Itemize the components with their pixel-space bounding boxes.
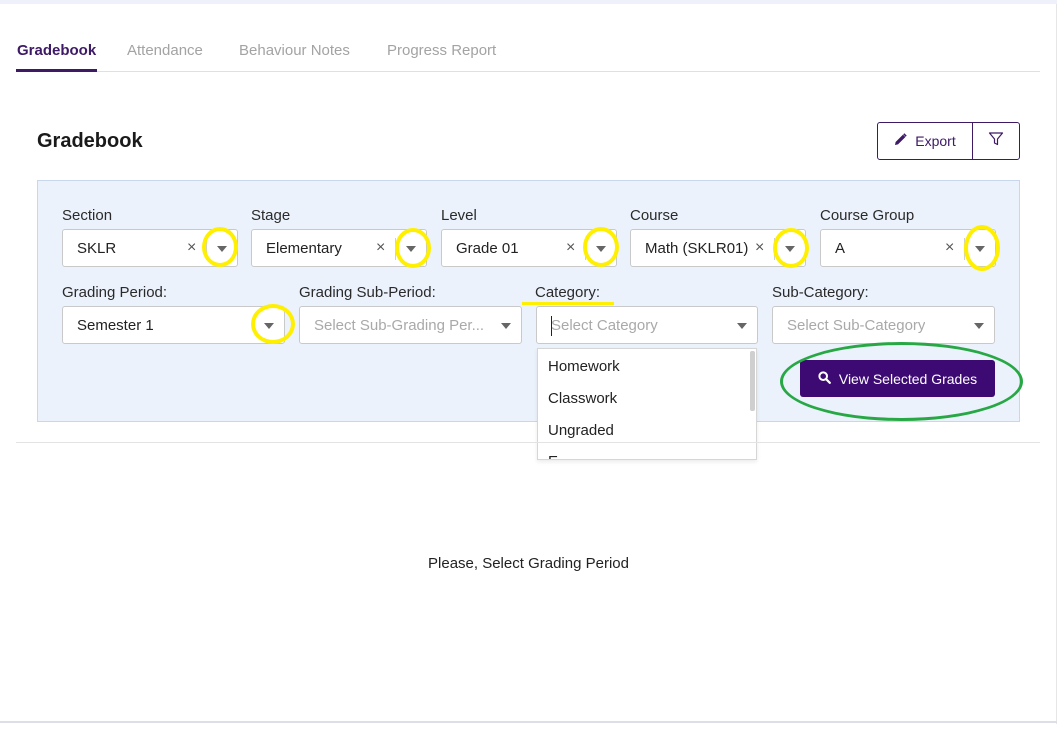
section-label: Section xyxy=(62,207,113,224)
empty-state-message: Please, Select Grading Period xyxy=(428,555,629,572)
annotation-underline xyxy=(522,302,614,305)
stage-clear-icon[interactable]: × xyxy=(376,238,385,258)
dropdown-option-partial[interactable]: E xyxy=(548,453,558,459)
grading-sub-period-select[interactable]: Select Sub-Grading Per... xyxy=(299,306,522,344)
dropdown-option-homework[interactable]: Homework xyxy=(548,358,620,375)
pencil-icon xyxy=(894,133,907,149)
funnel-icon xyxy=(988,131,1004,152)
level-clear-icon[interactable]: × xyxy=(566,238,575,258)
active-tab-indicator xyxy=(16,69,97,72)
sub-category-placeholder: Select Sub-Category xyxy=(787,317,926,334)
grading-period-label: Grading Period: xyxy=(62,284,168,301)
dropdown-option-classwork[interactable]: Classwork xyxy=(548,390,617,407)
level-value: Grade 01 xyxy=(456,240,519,257)
course-group-label: Course Group xyxy=(820,207,915,224)
section-value: SKLR xyxy=(77,240,117,257)
tab-bar: Gradebook Attendance Behaviour Notes Pro… xyxy=(16,34,1040,72)
bottom-border xyxy=(0,721,1057,723)
annotation-ring xyxy=(251,304,295,344)
chevron-down-icon[interactable] xyxy=(737,323,747,329)
chevron-down-icon[interactable] xyxy=(501,323,511,329)
grading-sub-period-placeholder: Select Sub-Grading Per... xyxy=(314,317,485,334)
sub-category-select[interactable]: Select Sub-Category xyxy=(772,306,995,344)
annotation-ellipse xyxy=(780,342,1023,421)
stage-label: Stage xyxy=(251,207,291,224)
level-label: Level xyxy=(441,207,477,224)
category-select[interactable]: Select Category xyxy=(536,306,758,344)
annotation-ring xyxy=(202,227,238,267)
category-label: Category: xyxy=(535,284,601,301)
tab-behaviour-notes[interactable]: Behaviour Notes xyxy=(239,42,350,59)
tab-progress-report[interactable]: Progress Report xyxy=(387,42,496,59)
page-title: Gradebook xyxy=(37,130,143,152)
annotation-ring xyxy=(773,228,809,268)
text-cursor xyxy=(551,316,552,336)
dropdown-scrollbar[interactable] xyxy=(750,351,755,411)
chevron-down-icon[interactable] xyxy=(974,323,984,329)
grading-sub-period-label: Grading Sub-Period: xyxy=(299,284,436,301)
course-value: Math (SKLR01) xyxy=(645,240,749,257)
annotation-ring xyxy=(583,227,619,267)
category-dropdown: Homework Classwork Ungraded E xyxy=(537,348,757,460)
section-clear-icon[interactable]: × xyxy=(187,238,196,258)
export-button[interactable]: Export xyxy=(877,122,973,160)
grading-period-value: Semester 1 xyxy=(77,317,154,334)
course-label: Course xyxy=(630,207,679,224)
dropdown-option-ungraded[interactable]: Ungraded xyxy=(548,422,614,439)
course-group-value: A xyxy=(835,240,846,257)
category-placeholder: Select Category xyxy=(551,317,658,334)
tab-gradebook[interactable]: Gradebook xyxy=(17,42,96,59)
filter-button[interactable] xyxy=(972,122,1020,160)
annotation-ring xyxy=(395,228,431,268)
sub-category-label: Sub-Category: xyxy=(772,284,869,301)
annotation-ring xyxy=(964,225,1000,271)
course-group-clear-icon[interactable]: × xyxy=(945,238,954,258)
content-divider xyxy=(16,442,1040,443)
export-label: Export xyxy=(915,133,956,149)
tab-attendance[interactable]: Attendance xyxy=(127,42,203,59)
stage-value: Elementary xyxy=(266,240,342,257)
course-clear-icon[interactable]: × xyxy=(755,238,764,258)
